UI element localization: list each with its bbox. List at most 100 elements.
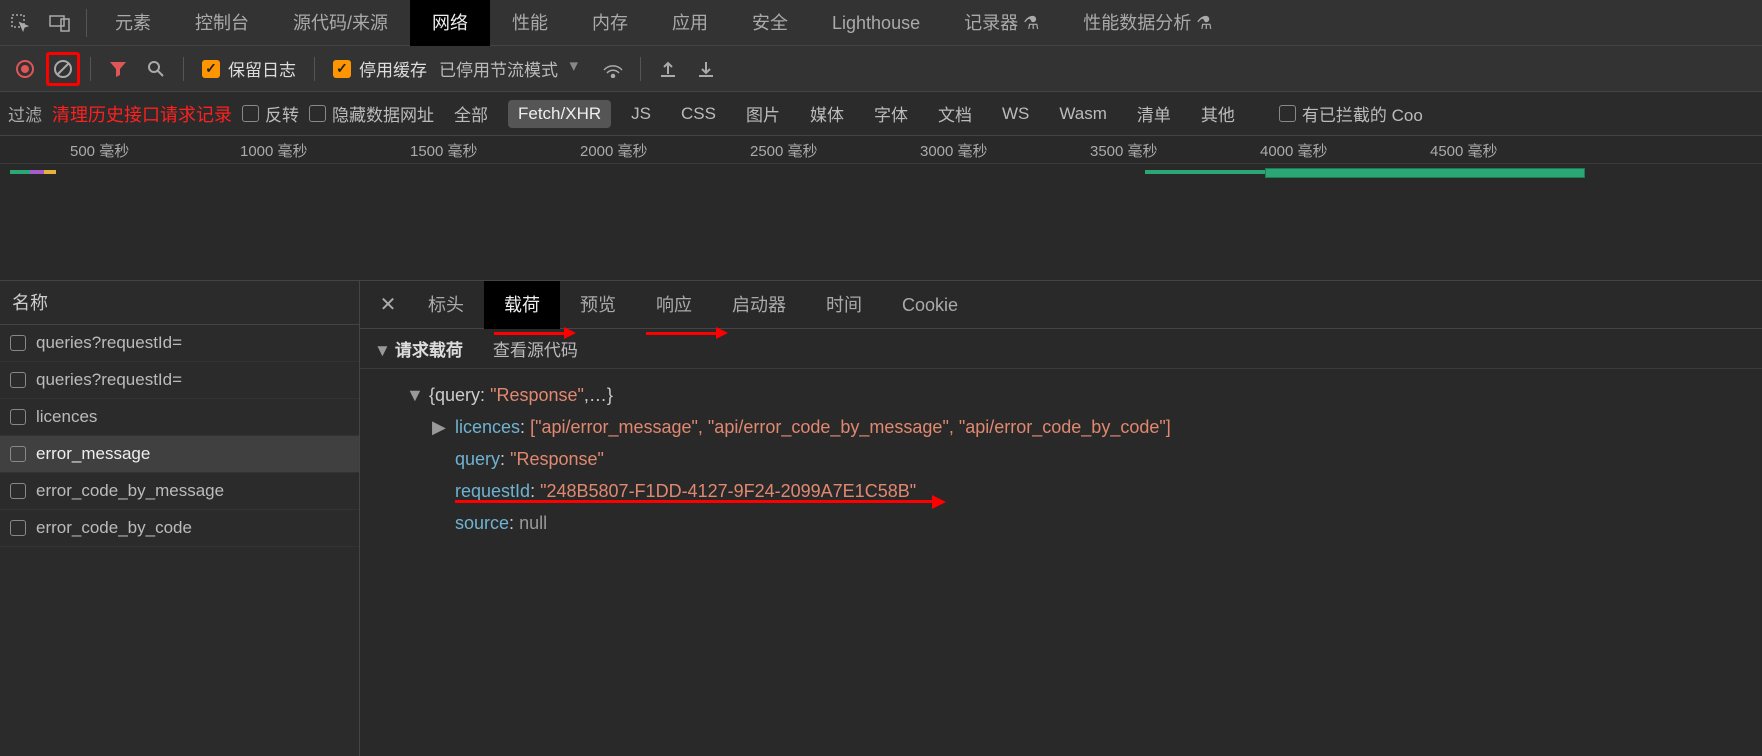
- annotation-underline: requestId: "248B5807-F1DD-4127-9F24-2099…: [455, 481, 916, 501]
- detail-tab-bar: ✕ 标头 载荷 预览 响应 启动器 时间 Cookie: [360, 281, 1762, 329]
- timeline-overview[interactable]: 500 毫秒 1000 毫秒 1500 毫秒 2000 毫秒 2500 毫秒 3…: [0, 136, 1762, 281]
- checkbox-off-icon: [10, 446, 26, 462]
- tab-lighthouse[interactable]: Lighthouse: [810, 0, 942, 46]
- checkbox-off-icon: [10, 372, 26, 388]
- filter-type-img[interactable]: 图片: [736, 97, 790, 130]
- tab-elements[interactable]: 元素: [93, 0, 173, 46]
- tab-performance[interactable]: 性能: [490, 0, 570, 46]
- blocked-cookies-checkbox[interactable]: 有已拦截的 Coo: [1279, 101, 1423, 126]
- filter-label: 过滤: [8, 101, 42, 126]
- timeline-bars: [0, 168, 1762, 180]
- request-row-selected[interactable]: error_message: [0, 436, 359, 473]
- timeline-ticks: 500 毫秒 1000 毫秒 1500 毫秒 2000 毫秒 2500 毫秒 3…: [0, 136, 1762, 164]
- filter-icon[interactable]: [101, 52, 135, 86]
- filter-type-js[interactable]: JS: [621, 100, 661, 128]
- network-detail-split: 名称 queries?requestId= queries?requestId=…: [0, 281, 1762, 756]
- disable-cache-label: 停用缓存: [359, 56, 427, 81]
- network-toolbar: ✓ 保留日志 ✓ 停用缓存 已停用节流模式: [0, 46, 1762, 92]
- annotation-arrow: [494, 332, 566, 335]
- tab-security[interactable]: 安全: [730, 0, 810, 46]
- filter-type-fetch-xhr[interactable]: Fetch/XHR: [508, 100, 611, 128]
- checkbox-off-icon: [10, 483, 26, 499]
- tick-label: 1500 毫秒: [410, 140, 478, 161]
- detail-tab-payload[interactable]: 载荷: [484, 281, 560, 329]
- checkbox-off-icon: [242, 105, 259, 122]
- tab-memory[interactable]: 内存: [570, 0, 650, 46]
- json-line-query: query: "Response": [380, 443, 1742, 475]
- request-row[interactable]: queries?requestId=: [0, 325, 359, 362]
- tab-application[interactable]: 应用: [650, 0, 730, 46]
- filter-type-wasm[interactable]: Wasm: [1049, 100, 1117, 128]
- main-tab-bar: 元素 控制台 源代码/来源 网络 性能 内存 应用 安全 Lighthouse …: [0, 0, 1762, 46]
- tick-label: 2500 毫秒: [750, 140, 818, 161]
- filter-type-media[interactable]: 媒体: [800, 97, 854, 130]
- filter-type-css[interactable]: CSS: [671, 100, 726, 128]
- clear-icon[interactable]: [46, 52, 80, 86]
- filter-type-manifest[interactable]: 清单: [1127, 97, 1181, 130]
- separator: [90, 57, 91, 81]
- checkbox-off-icon: [309, 105, 326, 122]
- close-icon[interactable]: ✕: [368, 292, 408, 317]
- detail-tab-timing[interactable]: 时间: [806, 281, 882, 329]
- request-list: 名称 queries?requestId= queries?requestId=…: [0, 281, 360, 756]
- checkbox-off-icon: [10, 409, 26, 425]
- tick-label: 3000 毫秒: [920, 140, 988, 161]
- filter-type-doc[interactable]: 文档: [928, 97, 982, 130]
- inspect-icon[interactable]: [0, 0, 40, 46]
- detail-tab-cookies[interactable]: Cookie: [882, 281, 978, 329]
- divider: [86, 9, 87, 37]
- tick-label: 2000 毫秒: [580, 140, 648, 161]
- detail-tab-initiator[interactable]: 启动器: [712, 281, 806, 329]
- invert-checkbox[interactable]: 反转: [242, 101, 299, 126]
- search-icon[interactable]: [139, 52, 173, 86]
- request-row[interactable]: queries?requestId=: [0, 362, 359, 399]
- checkbox-on-icon: ✓: [333, 60, 351, 78]
- annotation-arrow: [646, 332, 718, 335]
- separator: [640, 57, 641, 81]
- tab-console[interactable]: 控制台: [173, 0, 271, 46]
- hide-data-urls-checkbox[interactable]: 隐藏数据网址: [309, 101, 434, 126]
- request-row[interactable]: licences: [0, 399, 359, 436]
- upload-har-icon[interactable]: [651, 52, 685, 86]
- separator: [183, 57, 184, 81]
- request-row[interactable]: error_code_by_message: [0, 473, 359, 510]
- tab-sources[interactable]: 源代码/来源: [271, 0, 410, 46]
- view-source-link[interactable]: 查看源代码: [493, 336, 578, 361]
- checkbox-off-icon: [10, 520, 26, 536]
- request-detail-panel: ✕ 标头 载荷 预览 响应 启动器 时间 Cookie ▼请求载荷 查看源代码 …: [360, 281, 1762, 756]
- tick-label: 4500 毫秒: [1430, 140, 1498, 161]
- tab-perf-insights[interactable]: 性能数据分析 ⚗: [1061, 0, 1234, 46]
- payload-title: 请求载荷: [395, 341, 463, 360]
- json-line-request-id: requestId: "248B5807-F1DD-4127-9F24-2099…: [380, 475, 1742, 507]
- throttling-dropdown[interactable]: 已停用节流模式: [439, 56, 580, 81]
- network-conditions-icon[interactable]: [596, 52, 630, 86]
- json-line-source: source: null: [380, 507, 1742, 539]
- detail-tab-response[interactable]: 响应: [636, 281, 712, 329]
- disable-cache-checkbox[interactable]: ✓ 停用缓存: [333, 56, 427, 81]
- expand-triangle-icon[interactable]: ▼: [406, 379, 424, 411]
- tab-recorder[interactable]: 记录器 ⚗: [942, 0, 1061, 46]
- separator: [314, 57, 315, 81]
- collapse-triangle-icon[interactable]: ▼: [374, 341, 391, 360]
- filter-type-other[interactable]: 其他: [1191, 97, 1245, 130]
- detail-tab-headers[interactable]: 标头: [408, 281, 484, 329]
- filter-type-ws[interactable]: WS: [992, 100, 1039, 128]
- tab-network[interactable]: 网络: [410, 0, 490, 46]
- json-summary-line[interactable]: ▼ {query: "Response",…}: [380, 379, 1742, 411]
- record-icon[interactable]: [8, 52, 42, 86]
- json-line-licences[interactable]: ▶ licences: ["api/error_message", "api/e…: [380, 411, 1742, 443]
- request-list-header: 名称: [0, 281, 359, 325]
- expand-triangle-icon[interactable]: ▶: [432, 411, 450, 443]
- detail-tab-preview[interactable]: 预览: [560, 281, 636, 329]
- request-row[interactable]: error_code_by_code: [0, 510, 359, 547]
- device-toggle-icon[interactable]: [40, 0, 80, 46]
- annotation-clear-history: 清理历史接口请求记录: [52, 101, 232, 127]
- tick-label: 4000 毫秒: [1260, 140, 1328, 161]
- payload-json: ▼ {query: "Response",…} ▶ licences: ["ap…: [360, 369, 1762, 549]
- tick-label: 500 毫秒: [70, 140, 129, 161]
- filter-type-font[interactable]: 字体: [864, 97, 918, 130]
- filter-type-all[interactable]: 全部: [444, 97, 498, 130]
- checkbox-on-icon: ✓: [202, 60, 220, 78]
- preserve-log-checkbox[interactable]: ✓ 保留日志: [202, 56, 296, 81]
- download-har-icon[interactable]: [689, 52, 723, 86]
